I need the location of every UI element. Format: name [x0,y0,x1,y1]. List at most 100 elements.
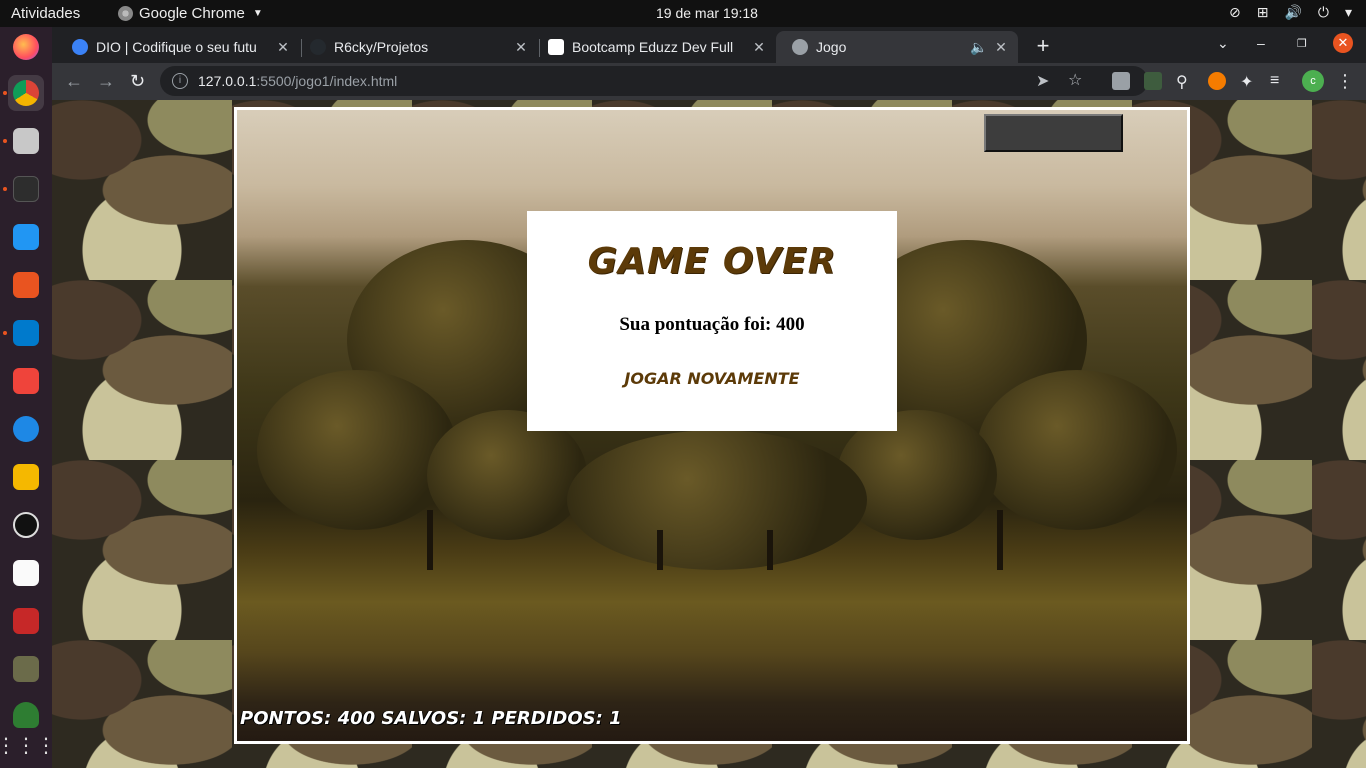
tab-dio[interactable]: DIO | Codifique o seu futu ✕ [56,31,300,63]
forward-button[interactable]: → [97,71,115,92]
json-extension-icon[interactable] [1112,72,1130,90]
calc-launcher[interactable] [8,459,44,495]
tab-bootcamp[interactable]: Bootcamp Eduzz Dev Full ✕ [532,31,776,63]
tab-github[interactable]: R6cky/Projetos ✕ [294,31,538,63]
game-over-title: GAME OVER [587,241,837,282]
tab-jogo[interactable]: Jogo 🔈 ✕ [776,31,1018,63]
browser-launcher[interactable] [8,411,44,447]
speaker-icon[interactable]: 🔈 [970,39,988,56]
url-path: :5500/jogo1/index.html [256,73,398,89]
globe-icon [13,416,39,442]
software-launcher[interactable] [8,267,44,303]
close-icon[interactable]: ✕ [750,39,768,56]
star-icon[interactable]: ☆ [1068,70,1082,90]
obs-launcher[interactable] [8,507,44,543]
terminal-icon [13,176,39,202]
puzzle-icon[interactable]: ✦ [1240,72,1258,91]
folder-icon [13,128,39,154]
running-indicator [3,187,7,191]
menu-icon[interactable]: ⋮ [1336,71,1354,92]
tree-cluster [567,430,867,570]
chrome-launcher[interactable] [8,75,44,111]
address-bar[interactable]: i 127.0.0.1 :5500/jogo1/index.html ➤ ☆ [160,66,1148,96]
game-area[interactable]: GAME OVER Sua pontuação foi: 400 JOGAR N… [234,107,1190,744]
reload-button[interactable]: ↻ [130,71,145,92]
system-tray[interactable]: ⊘ ⊞ 🔊 ⏻ ▾ [1229,4,1352,21]
calculator-icon [13,464,39,490]
send-icon[interactable]: ➤ [1036,71,1049,91]
system-top-bar: Atividades Google Chrome ▼ 19 de mar 19:… [0,0,1366,27]
browser-toolbar: ← → ↻ i 127.0.0.1 :5500/jogo1/index.html… [52,63,1366,100]
score-hud: PONTOS: 400 SALVOS: 1 PERDIDOS: 1 [240,708,622,729]
power-icon[interactable]: ⏻ [1318,4,1329,21]
close-icon[interactable]: ✕ [992,39,1010,56]
search-extension-icon[interactable]: ⚲ [1176,72,1194,91]
final-score-text: Sua pontuação foi: 400 [619,314,805,335]
anydesk-launcher[interactable] [8,363,44,399]
dio-favicon-icon [72,39,88,55]
app-menu-label: Google Chrome [139,5,245,22]
tab-strip: DIO | Codifique o seu futu ✕ R6cky/Proje… [52,27,1366,63]
window-close-button[interactable]: ✕ [1333,33,1353,53]
github-icon [310,39,326,55]
network-icon[interactable]: ⊞ [1257,4,1269,21]
running-indicator [3,91,7,95]
close-icon[interactable]: ✕ [274,39,292,56]
new-tab-button[interactable]: + [1030,33,1056,59]
tab-title: Jogo [816,39,847,55]
tab-title: R6cky/Projetos [334,39,429,55]
firefox-launcher[interactable] [8,29,44,65]
energy-bar [984,114,1123,152]
system-monitor-icon [13,224,39,250]
volume-icon[interactable]: 🔊 [1284,4,1301,21]
chrome-icon [13,80,39,106]
trello-icon [548,39,564,55]
url-host: 127.0.0.1 [198,73,257,89]
cookie-extension-icon[interactable] [1208,72,1226,90]
tab-title: Bootcamp Eduzz Dev Full [572,39,734,55]
game-over-dialog: GAME OVER Sua pontuação foi: 400 JOGAR N… [527,211,897,431]
git-extension-icon[interactable] [1144,72,1162,90]
firefox-icon [13,34,39,60]
tree-trunk [427,510,433,570]
tree-trunk [997,510,1003,570]
accessibility-icon[interactable]: ⊘ [1229,4,1241,21]
profile-avatar[interactable]: c [1302,70,1324,92]
gimp-launcher[interactable] [8,651,44,687]
running-indicator [3,139,7,143]
running-indicator [3,331,7,335]
close-icon[interactable]: ✕ [512,39,530,56]
tree-cluster [977,370,1177,530]
tab-search-button[interactable]: ⌄ [1217,35,1229,52]
chevron-down-icon[interactable]: ▾ [1345,4,1352,21]
vscode-icon [13,320,39,346]
dock: ⋮⋮⋮ [0,27,56,768]
network-graph-icon [13,560,39,586]
chevron-down-icon: ▼ [252,8,263,19]
page-viewport: GAME OVER Sua pontuação foi: 400 JOGAR N… [52,100,1366,768]
video-launcher[interactable] [8,603,44,639]
app-menu[interactable]: Google Chrome ▼ [118,5,263,22]
back-button[interactable]: ← [65,71,83,92]
tree-trunk [657,530,663,570]
gimp-icon [13,656,39,682]
chrome-icon [118,6,133,21]
play-again-button[interactable]: JOGAR NOVAMENTE [527,369,897,388]
show-apps-button[interactable]: ⋮⋮⋮ [0,727,56,763]
media-control-icon[interactable]: ≡ [1270,72,1288,90]
software-store-icon [13,272,39,298]
obs-icon [13,512,39,538]
grid-icon: ⋮⋮⋮ [0,734,56,757]
clock[interactable]: 19 de mar 19:18 [656,5,758,21]
activities-button[interactable]: Atividades [11,5,80,22]
vscode-launcher[interactable] [8,315,44,351]
terminal-launcher[interactable] [8,171,44,207]
files-launcher[interactable] [8,123,44,159]
info-icon[interactable]: i [172,73,188,89]
minimize-button[interactable]: – [1257,35,1265,51]
tree-trunk [767,530,773,570]
monitor-launcher[interactable] [8,219,44,255]
maximize-button[interactable]: ❐ [1297,37,1307,50]
disk-icon [13,702,39,728]
network-app-launcher[interactable] [8,555,44,591]
